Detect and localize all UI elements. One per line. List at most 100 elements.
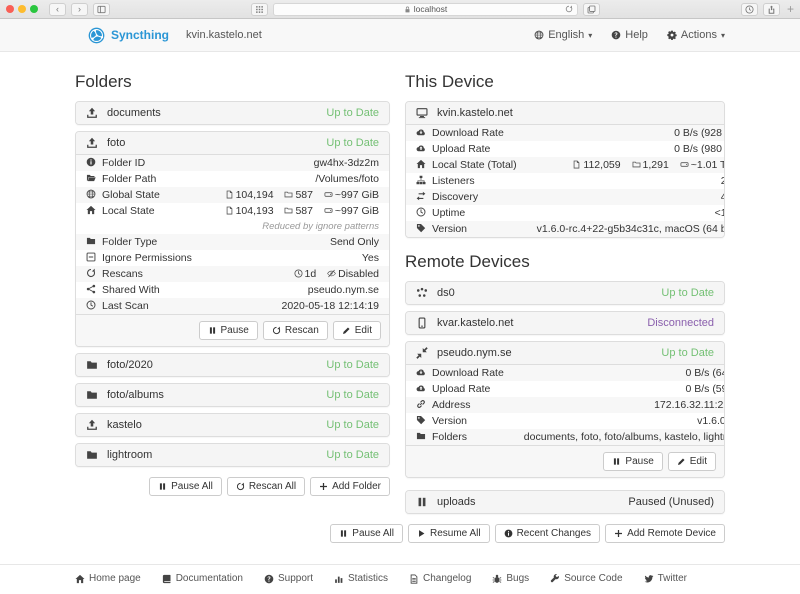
footer-link-bugs[interactable]: Bugs: [492, 573, 529, 584]
forward-button[interactable]: ›: [71, 3, 88, 16]
clock-icon: [294, 269, 303, 278]
detail-row-local-state-total: Local State (Total) 112,059 1,291 ~1.01 …: [406, 157, 725, 173]
footer-link-twitter[interactable]: Twitter: [644, 573, 687, 584]
refresh-icon: [236, 482, 245, 491]
device-row-uploads[interactable]: uploads Paused (Unused): [406, 491, 724, 513]
add-folder-button[interactable]: Add Folder: [310, 477, 390, 496]
actions-menu[interactable]: Actions ▾: [667, 29, 725, 41]
favorites-button[interactable]: [251, 3, 268, 16]
footer-link-home[interactable]: Home page: [75, 573, 141, 584]
new-tab-button[interactable]: +: [787, 2, 794, 16]
footer-link-support[interactable]: Support: [264, 573, 313, 584]
detail-row-upload-rate: Upload Rate 0 B/s (980 B): [406, 141, 725, 157]
pause-folder-button[interactable]: Pause: [199, 321, 258, 340]
footer-link-statistics[interactable]: Statistics: [334, 573, 388, 584]
tag-icon: [416, 223, 426, 233]
detail-row-uptime: Uptime <1m: [406, 205, 725, 221]
detail-row-listeners: Listeners 2/2: [406, 173, 725, 189]
close-window-button[interactable]: [6, 5, 14, 13]
language-label: English: [548, 29, 584, 41]
add-remote-device-button[interactable]: Add Remote Device: [605, 524, 725, 543]
recent-changes-button[interactable]: Recent Changes: [495, 524, 601, 543]
pause-icon: [416, 496, 428, 508]
pause-all-folders-button[interactable]: Pause All: [149, 477, 222, 496]
info-icon: [86, 157, 96, 167]
folder-panel-kastelo: kastelo Up to Date: [75, 413, 390, 437]
cloud-upload-icon: [416, 383, 426, 393]
eye-slash-icon: [327, 269, 336, 278]
sidebar-toggle-button[interactable]: [93, 3, 110, 16]
cloud-upload-icon: [416, 143, 426, 153]
book-icon: [162, 574, 172, 584]
ignore-patterns-note: Reduced by ignore patterns: [76, 219, 389, 234]
footer-link-changelog[interactable]: Changelog: [409, 573, 471, 584]
device-status: Paused (Unused): [628, 496, 714, 508]
device-row-ds0[interactable]: ds0 Up to Date: [406, 282, 724, 304]
folder-name: foto/albums: [107, 389, 164, 401]
language-menu[interactable]: English ▾: [534, 29, 592, 41]
detail-row-folder-path: Folder Path /Volumes/foto: [76, 171, 389, 187]
folder-row-kastelo[interactable]: kastelo Up to Date: [76, 414, 389, 436]
folder-row-lightroom[interactable]: lightroom Up to Date: [76, 444, 389, 466]
globe-icon: [534, 30, 544, 40]
hdd-icon: [324, 206, 333, 215]
share-alt-icon: [86, 284, 96, 294]
question-icon: [611, 30, 621, 40]
help-menu[interactable]: Help: [611, 29, 648, 41]
zoom-window-button[interactable]: [30, 5, 38, 13]
edit-device-button[interactable]: Edit: [668, 452, 716, 471]
bug-icon: [492, 574, 502, 584]
folder-panel-fotoalbums: foto/albums Up to Date: [75, 383, 390, 407]
folder-row-foto[interactable]: foto Up to Date: [76, 132, 389, 154]
refresh-icon: [272, 326, 281, 335]
brand[interactable]: Syncthing: [88, 27, 169, 44]
share-button[interactable]: [763, 3, 780, 16]
device-row-pseudo[interactable]: pseudo.nym.se Up to Date: [406, 342, 724, 364]
detail-row-download-rate: Download Rate 0 B/s (640 B): [406, 365, 725, 381]
send-only-folder-icon: [86, 137, 98, 149]
tabs-icon: [587, 5, 596, 14]
device-row-kvar[interactable]: kvar.kastelo.net Disconnected: [406, 312, 724, 334]
device-icon: [416, 317, 428, 329]
send-only-folder-icon: [86, 107, 98, 119]
file-icon: [225, 206, 234, 215]
folder-status: Up to Date: [326, 107, 379, 119]
folder-icon: [86, 359, 98, 371]
pause-device-button[interactable]: Pause: [603, 452, 662, 471]
address-bar[interactable]: localhost: [273, 3, 578, 16]
folder-status: Up to Date: [326, 449, 379, 461]
detail-row-version: Version v1.6.0-rc.4+22-g5b34c31c, macOS …: [406, 221, 725, 237]
cloud-download-icon: [416, 127, 426, 137]
back-button[interactable]: ‹: [49, 3, 66, 16]
folder-row-documents[interactable]: documents Up to Date: [76, 102, 389, 124]
folder-row-fotoalbums[interactable]: foto/albums Up to Date: [76, 384, 389, 406]
folder-row-foto2020[interactable]: foto/2020 Up to Date: [76, 354, 389, 376]
this-device-row[interactable]: kvin.kastelo.net: [406, 102, 724, 124]
this-device-title: This Device: [405, 72, 725, 92]
edit-folder-button[interactable]: Edit: [333, 321, 381, 340]
rescan-all-button[interactable]: Rescan All: [227, 477, 305, 496]
downloads-button[interactable]: [741, 3, 758, 16]
detail-row-folder-type: Folder Type Send Only: [76, 234, 389, 250]
rescan-folder-button[interactable]: Rescan: [263, 321, 328, 340]
detail-row-download-rate: Download Rate 0 B/s (928 B): [406, 125, 725, 141]
detail-row-discovery: Discovery 4/5: [406, 189, 725, 205]
footer-link-documentation[interactable]: Documentation: [162, 573, 243, 584]
tab-overview-button[interactable]: [583, 3, 600, 16]
resume-all-button[interactable]: Resume All: [408, 524, 490, 543]
folder-open-icon: [86, 173, 96, 183]
device-panel-ds0: ds0 Up to Date: [405, 281, 725, 305]
pause-icon: [612, 457, 621, 466]
hdd-icon: [680, 160, 689, 169]
footer-link-source-code[interactable]: Source Code: [550, 573, 622, 584]
minimize-window-button[interactable]: [18, 5, 26, 13]
actions-label: Actions: [681, 29, 717, 41]
question-icon: [264, 574, 274, 584]
detail-row-shared-with: Shared With pseudo.nym.se: [76, 282, 389, 298]
detail-row-address: Address 172.16.32.11:22000: [406, 397, 725, 413]
reload-icon[interactable]: [565, 5, 573, 13]
compress-icon: [416, 347, 428, 359]
pause-all-devices-button[interactable]: Pause All: [330, 524, 403, 543]
lock-icon: [404, 6, 411, 13]
history-icon: [745, 5, 754, 14]
